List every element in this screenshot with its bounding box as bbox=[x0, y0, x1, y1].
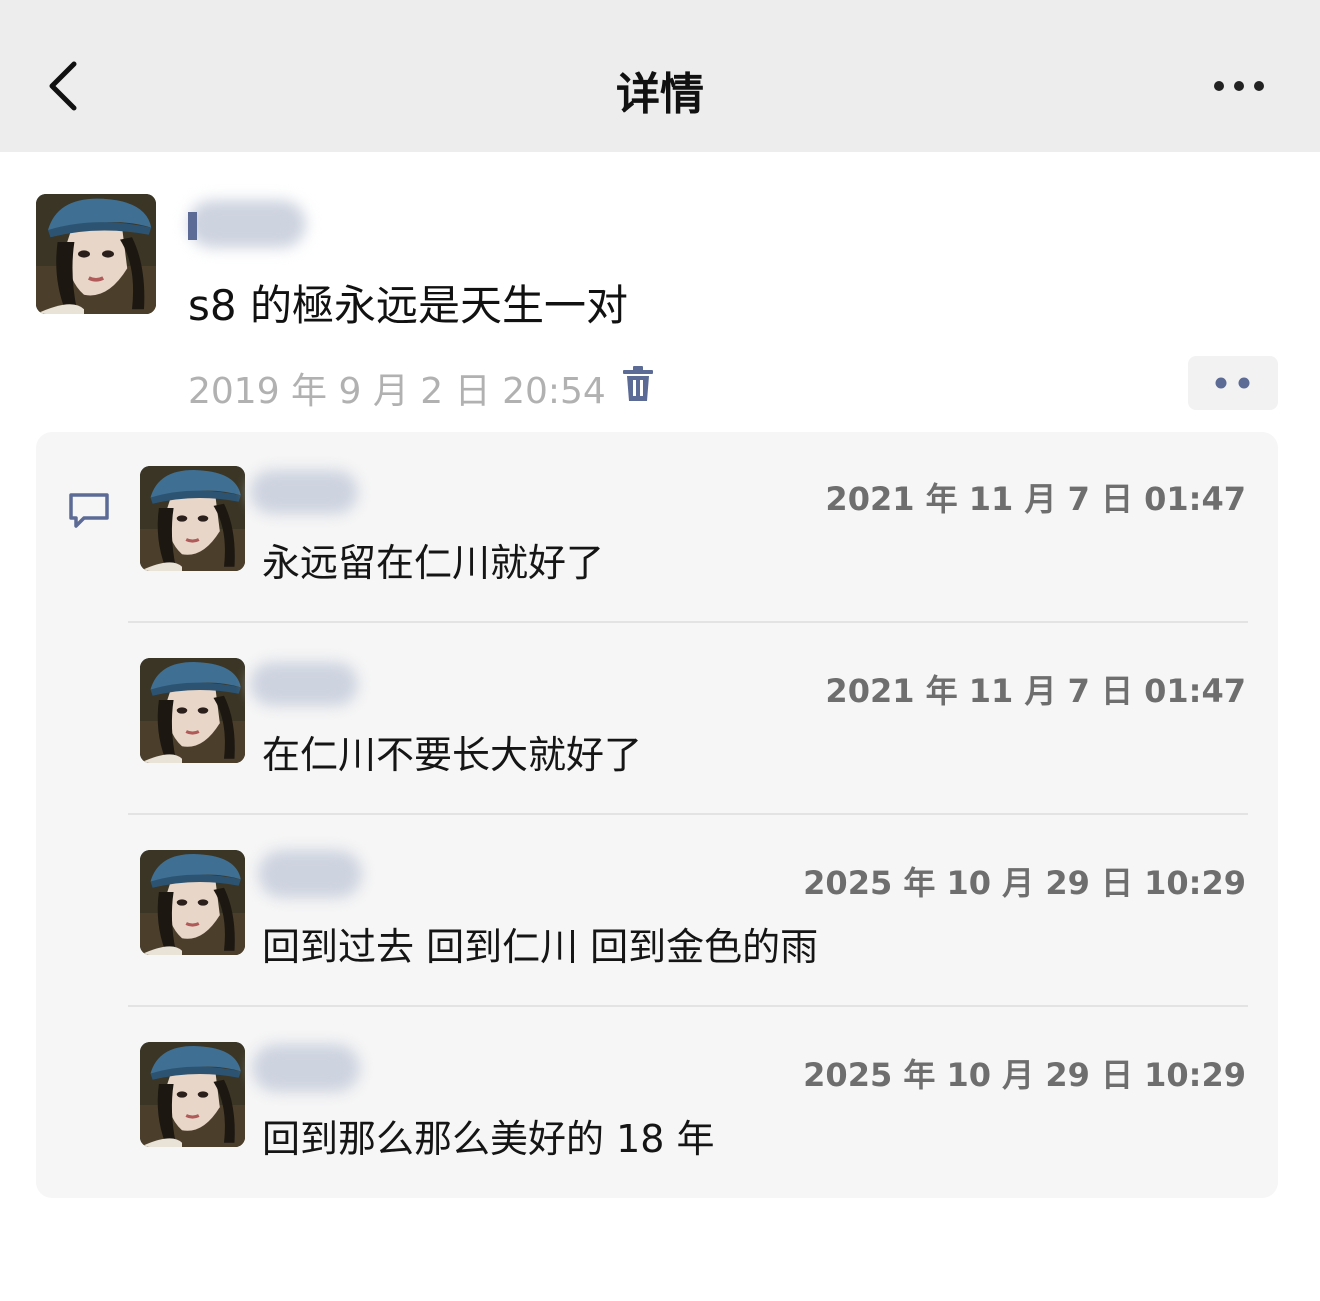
avatar[interactable] bbox=[140, 466, 245, 571]
avatar[interactable] bbox=[140, 1042, 245, 1147]
avatar[interactable] bbox=[140, 850, 245, 955]
delete-button[interactable] bbox=[618, 364, 658, 404]
commenter-name-redacted[interactable] bbox=[250, 470, 358, 514]
comment-timestamp: 2021 年 11 月 7 日 01:47 bbox=[825, 480, 1246, 518]
like-comment-button[interactable] bbox=[1188, 356, 1278, 410]
two-dots-icon bbox=[1215, 377, 1250, 389]
commenter-name-redacted[interactable] bbox=[252, 1044, 360, 1092]
divider bbox=[128, 813, 1248, 815]
comment-text: 永远留在仁川就好了 bbox=[262, 541, 605, 585]
comment-timestamp: 2021 年 11 月 7 日 01:47 bbox=[825, 672, 1246, 710]
comment-text: 在仁川不要长大就好了 bbox=[262, 733, 643, 777]
avatar[interactable] bbox=[140, 658, 245, 763]
post-timestamp: 2019 年 9 月 2 日 20:54 bbox=[188, 371, 606, 412]
list-item[interactable]: 2021 年 11 月 7 日 01:47 在仁川不要长大就好了 bbox=[0, 624, 1320, 816]
list-item[interactable]: 2025 年 10 月 29 日 10:29 回到过去 回到仁川 回到金色的雨 bbox=[0, 816, 1320, 1008]
author-name-redacted[interactable] bbox=[188, 200, 306, 248]
list-item[interactable]: 2025 年 10 月 29 日 10:29 回到那么那么美好的 18 年 bbox=[0, 1008, 1320, 1200]
comment-text: 回到过去 回到仁川 回到金色的雨 bbox=[262, 925, 819, 969]
comment-timestamp: 2025 年 10 月 29 日 10:29 bbox=[803, 864, 1246, 902]
divider bbox=[128, 1005, 1248, 1007]
page-title: 详情 bbox=[616, 69, 704, 120]
author-name-fragment bbox=[188, 212, 197, 240]
navigation-bar: 详情 bbox=[0, 0, 1320, 152]
comment-timestamp: 2025 年 10 月 29 日 10:29 bbox=[803, 1056, 1246, 1094]
trash-icon bbox=[623, 366, 653, 401]
commenter-name-redacted[interactable] bbox=[250, 662, 358, 706]
divider bbox=[128, 621, 1248, 623]
commenter-name-redacted[interactable] bbox=[258, 850, 362, 898]
post-text: s8 的極永远是天生一对 bbox=[188, 281, 628, 330]
avatar[interactable] bbox=[36, 194, 156, 314]
ellipsis-icon bbox=[1214, 81, 1264, 91]
comment-text: 回到那么那么美好的 18 年 bbox=[262, 1117, 715, 1161]
list-item[interactable]: 2021 年 11 月 7 日 01:47 永远留在仁川就好了 bbox=[0, 432, 1320, 624]
more-options-button[interactable] bbox=[1208, 70, 1270, 102]
